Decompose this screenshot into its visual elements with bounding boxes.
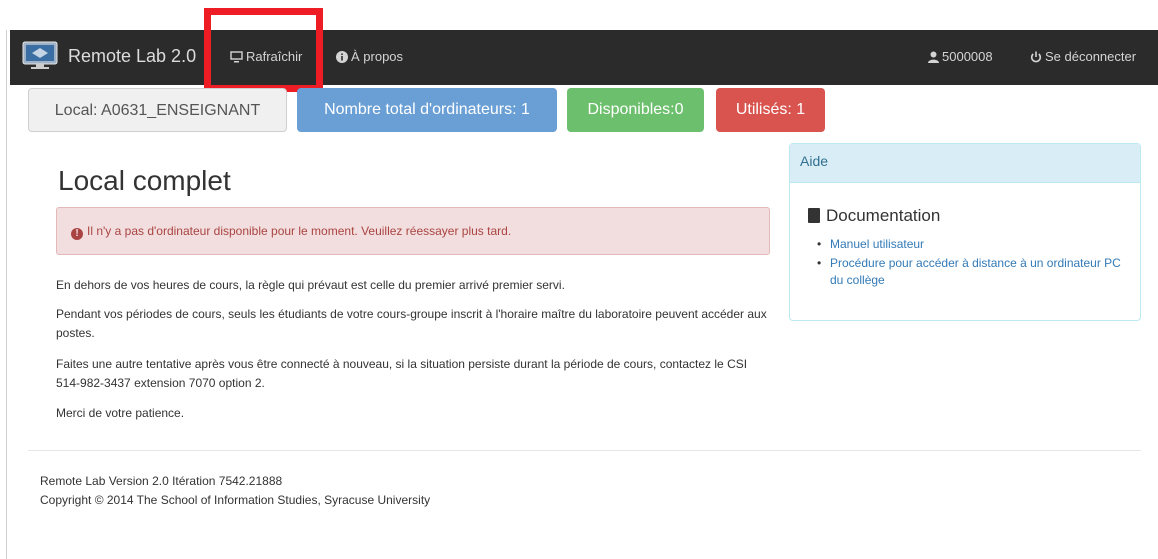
documentation-links: Manuel utilisateur Procédure pour accéde… [816,236,1126,291]
help-panel: Aide Documentation Manuel utilisateur Pr… [789,143,1141,321]
user-manual-link[interactable]: Manuel utilisateur [816,236,1126,253]
user-icon [928,51,939,63]
documentation-title: Documentation [826,206,941,225]
about-link[interactable]: À propos [336,49,403,64]
about-label: À propos [351,49,404,64]
info-icon [336,51,348,63]
refresh-label: Rafraîchir [246,49,303,64]
used-badge[interactable]: Utilisés: 1 [716,88,825,132]
info-paragraph: Merci de votre patience. [56,406,185,420]
info-paragraph: Faites une autre tentative après vous êt… [56,357,748,390]
book-icon [808,208,820,223]
remote-access-procedure-link[interactable]: Procédure pour accéder à distance à un o… [816,255,1126,289]
user-id: 5000008 [942,49,993,64]
monitor-icon [230,51,243,63]
documentation-heading: Documentation [808,206,940,226]
monitor-logo-icon[interactable] [20,41,60,71]
info-paragraph: Pendant vos périodes de cours, seuls les… [56,307,767,340]
page-title: Local complet [58,165,231,196]
footer-version: Remote Lab Version 2.0 Itération 7542.21… [40,474,283,488]
refresh-link[interactable]: Rafraîchir [230,49,302,64]
available-badge[interactable]: Disponibles:0 [567,88,704,132]
window-border [6,30,7,559]
exclamation-icon: ! [71,228,83,240]
footer-divider [28,450,1141,451]
help-panel-heading: Aide [790,144,1140,183]
info-paragraph: En dehors de vos heures de cours, la règ… [56,278,565,292]
top-navbar: Remote Lab 2.0 Rafraîchir À propos 50000… [10,30,1158,85]
footer-copyright: Copyright © 2014 The School of Informati… [40,493,431,507]
logout-link[interactable]: Se déconnecter [1030,49,1136,64]
local-badge[interactable]: Local: A0631_ENSEIGNANT [28,88,287,132]
alert-unavailable: ! Il n'y a pas d'ordinateur disponible po… [56,207,770,255]
alert-text: Il n'y a pas d'ordinateur disponible pou… [87,224,512,238]
total-computers-badge[interactable]: Nombre total d'ordinateurs: 1 [297,88,557,132]
user-account-link[interactable]: 5000008 [928,49,993,64]
logout-label: Se déconnecter [1045,49,1137,64]
power-icon [1030,51,1042,63]
brand-title[interactable]: Remote Lab 2.0 [68,46,196,67]
